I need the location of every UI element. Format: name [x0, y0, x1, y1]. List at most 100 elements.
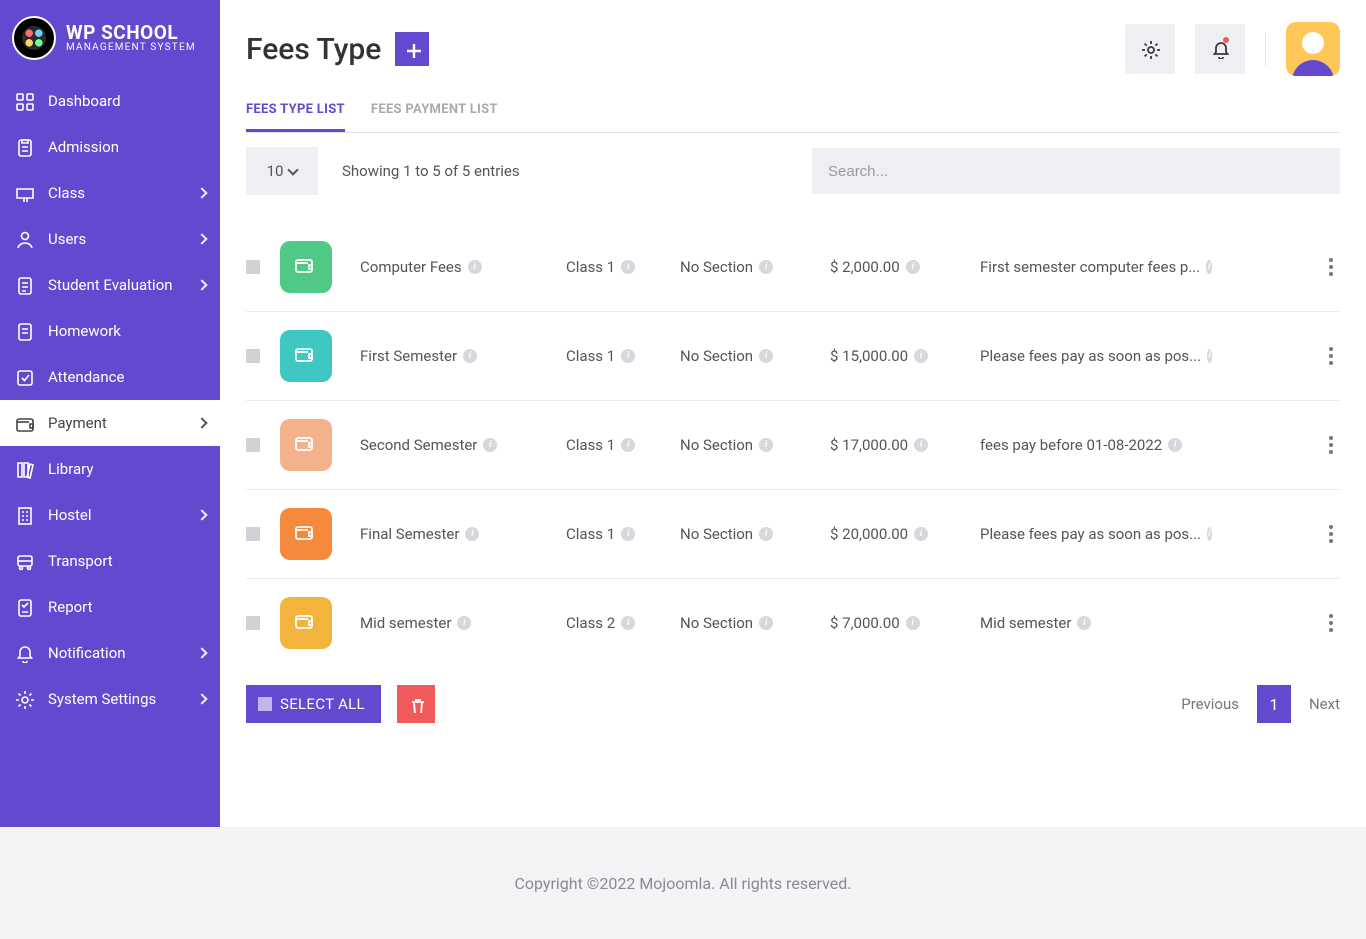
table-row: Second Semester Class 1 No Section $ 17,… — [246, 401, 1340, 490]
brand-line1: WP SCHOOL — [66, 23, 196, 43]
info-icon[interactable] — [1207, 349, 1212, 363]
bulk-actions: SELECT ALL — [246, 685, 435, 723]
check-square-icon — [14, 367, 34, 387]
info-icon[interactable] — [759, 438, 773, 452]
info-icon[interactable] — [621, 260, 635, 274]
info-icon[interactable] — [621, 349, 635, 363]
page-header: Fees Type — [246, 22, 1340, 76]
select-all-button[interactable]: SELECT ALL — [246, 685, 381, 723]
sidebar-item-label: System Settings — [48, 690, 156, 708]
delete-selected-button[interactable] — [397, 685, 435, 723]
info-icon[interactable] — [483, 438, 497, 452]
sidebar-item-hostel[interactable]: Hostel — [0, 492, 220, 538]
tab-fees-type-list[interactable]: FEES TYPE LIST — [246, 102, 345, 132]
page-1-button[interactable]: 1 — [1257, 685, 1291, 723]
building-icon — [14, 505, 34, 525]
info-icon[interactable] — [457, 616, 471, 630]
info-icon[interactable] — [906, 260, 920, 274]
notifications-button[interactable] — [1195, 24, 1245, 74]
user-icon — [14, 229, 34, 249]
sidebar-item-label: Homework — [48, 322, 121, 340]
info-icon[interactable] — [1206, 260, 1212, 274]
sidebar-item-homework[interactable]: Homework — [0, 308, 220, 354]
sidebar-item-users[interactable]: Users — [0, 216, 220, 262]
row-actions-menu[interactable] — [1322, 344, 1340, 368]
sidebar-item-notification[interactable]: Notification — [0, 630, 220, 676]
info-icon[interactable] — [914, 527, 928, 541]
sidebar-item-class[interactable]: Class — [0, 170, 220, 216]
report-icon — [14, 275, 34, 295]
cell-class: Class 2 — [566, 614, 670, 632]
cell-class: Class 1 — [566, 258, 670, 276]
search-input[interactable] — [812, 148, 1340, 194]
checkbox-icon — [258, 697, 272, 711]
sidebar-item-report[interactable]: Report — [0, 584, 220, 630]
info-icon[interactable] — [468, 260, 482, 274]
row-checkbox[interactable] — [246, 349, 260, 363]
sidebar-item-payment[interactable]: Payment — [0, 400, 220, 446]
info-icon[interactable] — [621, 527, 635, 541]
add-fees-type-button[interactable] — [395, 32, 429, 66]
info-icon[interactable] — [621, 616, 635, 630]
sidebar-item-transport[interactable]: Transport — [0, 538, 220, 584]
info-icon[interactable] — [1207, 527, 1212, 541]
cell-class: Class 1 — [566, 436, 670, 454]
brand-logo[interactable]: WP SCHOOL MANAGEMENT SYSTEM — [0, 0, 220, 78]
chevron-right-icon — [196, 233, 207, 244]
books-icon — [14, 459, 34, 479]
info-icon[interactable] — [914, 349, 928, 363]
title-wrap: Fees Type — [246, 32, 429, 67]
row-actions-menu[interactable] — [1322, 433, 1340, 457]
row-checkbox[interactable] — [246, 260, 260, 274]
info-icon[interactable] — [759, 527, 773, 541]
info-icon[interactable] — [759, 349, 773, 363]
table-row: Final Semester Class 1 No Section $ 20,0… — [246, 490, 1340, 579]
info-icon[interactable] — [759, 260, 773, 274]
sidebar-item-label: Notification — [48, 644, 126, 662]
info-icon[interactable] — [1077, 616, 1091, 630]
row-checkbox[interactable] — [246, 616, 260, 630]
info-icon[interactable] — [914, 438, 928, 452]
tab-fees-payment-list[interactable]: FEES PAYMENT LIST — [371, 102, 498, 132]
page-size-select[interactable]: 10 — [246, 147, 318, 195]
sidebar-item-attendance[interactable]: Attendance — [0, 354, 220, 400]
select-all-label: SELECT ALL — [280, 695, 365, 713]
sidebar-item-dashboard[interactable]: Dashboard — [0, 78, 220, 124]
row-checkbox[interactable] — [246, 527, 260, 541]
cell-amount: $ 17,000.00 — [830, 436, 970, 454]
info-icon[interactable] — [906, 616, 920, 630]
brand-text: WP SCHOOL MANAGEMENT SYSTEM — [66, 23, 196, 53]
cell-amount: $ 20,000.00 — [830, 525, 970, 543]
cell-amount: $ 2,000.00 — [830, 258, 970, 276]
info-icon[interactable] — [621, 438, 635, 452]
sidebar-item-label: Transport — [48, 552, 113, 570]
sidebar-item-label: Dashboard — [48, 92, 121, 110]
sidebar-item-label: Attendance — [48, 368, 124, 386]
sidebar-item-label: Users — [48, 230, 86, 248]
sidebar-item-admission[interactable]: Admission — [0, 124, 220, 170]
chevron-right-icon — [196, 509, 207, 520]
settings-button[interactable] — [1125, 24, 1175, 74]
row-actions-menu[interactable] — [1322, 255, 1340, 279]
chevron-down-icon — [288, 164, 299, 175]
cell-section: No Section — [680, 258, 820, 276]
row-actions-menu[interactable] — [1322, 522, 1340, 546]
sidebar-item-system-settings[interactable]: System Settings — [0, 676, 220, 722]
wallet-icon — [280, 597, 332, 649]
cell-description: Please fees pay as soon as pos... — [980, 347, 1212, 365]
info-icon[interactable] — [465, 527, 479, 541]
previous-page-button[interactable]: Previous — [1181, 695, 1239, 713]
wallet-icon — [280, 330, 332, 382]
row-actions-menu[interactable] — [1322, 611, 1340, 635]
info-icon[interactable] — [759, 616, 773, 630]
info-icon[interactable] — [463, 349, 477, 363]
info-icon[interactable] — [1168, 438, 1182, 452]
brand-line2: MANAGEMENT SYSTEM — [66, 43, 196, 54]
table-footer: SELECT ALL Previous 1 Next — [246, 685, 1340, 723]
user-avatar[interactable] — [1286, 22, 1340, 76]
sidebar-item-student-evaluation[interactable]: Student Evaluation — [0, 262, 220, 308]
copyright-text: Copyright ©2022 Mojoomla. All rights res… — [514, 874, 851, 893]
row-checkbox[interactable] — [246, 438, 260, 452]
sidebar-item-library[interactable]: Library — [0, 446, 220, 492]
next-page-button[interactable]: Next — [1309, 695, 1340, 713]
